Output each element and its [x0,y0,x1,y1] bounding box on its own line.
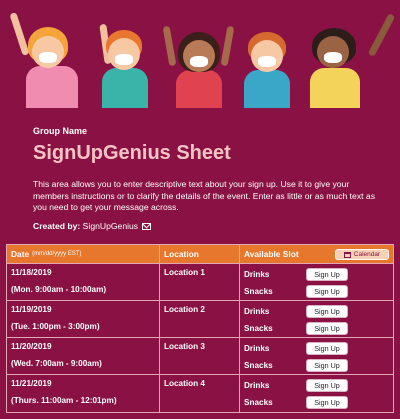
slot-name: Drinks [244,344,270,353]
sign-up-button[interactable]: Sign Up [306,285,348,298]
sheet-description: This area allows you to enter descriptiv… [33,179,375,212]
location-cell: Location 1 [160,264,240,300]
slot-item: Drinks Sign Up [244,377,389,394]
header-slot-label: Available Slot [244,249,299,259]
calendar-icon [343,251,351,258]
created-by: Created by: SignUpGenius [33,221,152,231]
slot-name: Snacks [244,324,273,333]
slot-name: Snacks [244,287,273,296]
time-text: (Thurs. 11:00am - 12:01pm) [11,396,117,405]
header-slot: Available Slot Calendar [240,245,393,263]
time-text: (Mon. 9:00am - 10:00am) [11,285,107,294]
date-text: 11/21/2019 [11,379,52,388]
slot-name: Drinks [244,270,270,279]
date-cell: 11/18/2019 (Mon. 9:00am - 10:00am) [7,264,160,300]
slot-item: Drinks Sign Up [244,266,389,283]
location-cell: Location 3 [160,338,240,374]
location-cell: Location 4 [160,375,240,412]
slot-item: Drinks Sign Up [244,303,389,320]
date-cell: 11/21/2019 (Thurs. 11:00am - 12:01pm) [7,375,160,412]
page-title: SignUpGenius Sheet [33,142,231,164]
slot-item: Drinks Sign Up [244,340,389,357]
slot-name: Snacks [244,361,273,370]
kid-illustration [9,11,82,108]
table-row: 11/18/2019 (Mon. 9:00am - 10:00am) Locat… [7,264,393,301]
sign-up-button[interactable]: Sign Up [306,305,348,318]
sign-up-button[interactable]: Sign Up [306,342,348,355]
date-text: 11/20/2019 [11,342,52,351]
sign-up-button[interactable]: Sign Up [306,379,348,392]
slot-cell: Drinks Sign Up Snacks Sign Up [240,338,393,374]
sign-up-button[interactable]: Sign Up [306,268,348,281]
kid-illustration [236,18,298,108]
table-header: Date (mm/dd/yyyy EST) Location Available… [7,245,393,264]
sign-up-button[interactable]: Sign Up [306,359,348,372]
header-location: Location [160,245,240,263]
kid-illustration [162,16,235,108]
kid-illustration [304,12,396,108]
created-by-label: Created by: [33,221,81,231]
table-row: 11/21/2019 (Thurs. 11:00am - 12:01pm) Lo… [7,375,393,412]
date-text: 11/18/2019 [11,268,52,277]
header-banner-illustration [0,0,400,108]
slot-item: Snacks Sign Up [244,283,389,300]
slot-cell: Drinks Sign Up Snacks Sign Up [240,264,393,300]
time-text: (Tue. 1:00pm - 3:00pm) [11,322,100,331]
table-row: 11/19/2019 (Tue. 1:00pm - 3:00pm) Locati… [7,301,393,338]
creator-name: SignUpGenius [82,221,139,231]
header-date-label: Date [11,249,30,259]
slot-cell: Drinks Sign Up Snacks Sign Up [240,301,393,337]
signup-table: Date (mm/dd/yyyy EST) Location Available… [6,244,394,413]
sign-up-button[interactable]: Sign Up [306,396,348,409]
envelope-icon[interactable] [142,223,152,231]
table-row: 11/20/2019 (Wed. 7:00am - 9:00am) Locati… [7,338,393,375]
calendar-button[interactable]: Calendar [335,249,389,260]
group-name: Group Name [33,126,88,136]
time-text: (Wed. 7:00am - 9:00am) [11,359,102,368]
location-cell: Location 2 [160,301,240,337]
slot-item: Snacks Sign Up [244,394,389,411]
slot-name: Drinks [244,381,270,390]
calendar-button-label: Calendar [353,251,381,258]
slot-item: Snacks Sign Up [244,357,389,374]
date-cell: 11/19/2019 (Tue. 1:00pm - 3:00pm) [7,301,160,337]
header-date: Date (mm/dd/yyyy EST) [7,245,160,263]
date-text: 11/19/2019 [11,305,52,314]
slot-item: Snacks Sign Up [244,320,389,337]
sign-up-button[interactable]: Sign Up [306,322,348,335]
date-cell: 11/20/2019 (Wed. 7:00am - 9:00am) [7,338,160,374]
slot-cell: Drinks Sign Up Snacks Sign Up [240,375,393,412]
slot-name: Drinks [244,307,270,316]
kid-illustration [92,16,156,108]
slot-name: Snacks [244,398,273,407]
header-date-format: (mm/dd/yyyy EST) [32,251,82,257]
